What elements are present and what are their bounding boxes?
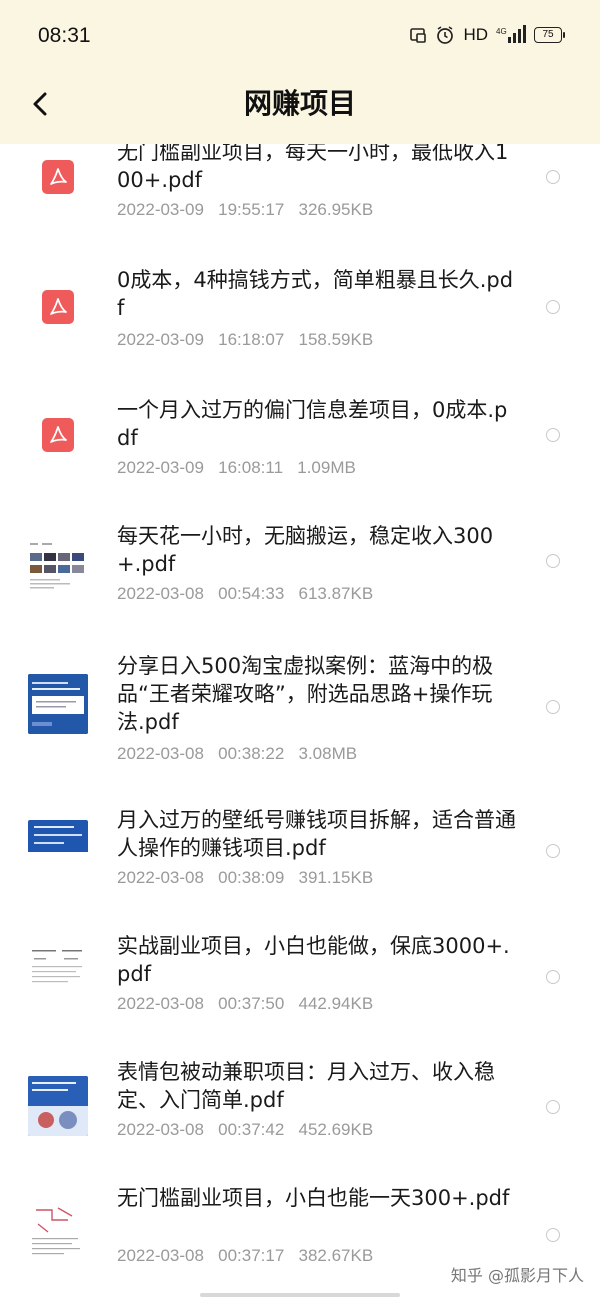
select-radio[interactable] (546, 844, 560, 858)
file-thumbnail (28, 820, 88, 860)
file-date: 2022-03-08 (117, 994, 204, 1013)
file-name: 一个月入过万的偏门信息差项目，0成本.pdf (117, 398, 508, 450)
file-meta: 2022-03-08 00:37:42 452.69KB (117, 1120, 373, 1140)
file-date: 2022-03-08 (117, 1120, 204, 1139)
status-bar: 08:31 HD 4G 75 (0, 0, 600, 72)
status-time: 08:31 (38, 24, 91, 47)
signal-icon: 4G (496, 25, 526, 43)
file-thumbnail (28, 533, 88, 593)
file-date: 2022-03-08 (117, 744, 204, 763)
select-radio[interactable] (546, 970, 560, 984)
file-meta: 2022-03-09 19:55:17 326.95KB (117, 200, 373, 220)
select-radio[interactable] (546, 300, 560, 314)
file-time: 00:38:09 (218, 868, 285, 887)
file-time: 00:38:22 (218, 744, 285, 763)
file-date: 2022-03-08 (117, 584, 204, 603)
file-name: 分享日入500淘宝虚拟案例：蓝海中的极品“王者荣耀攻略”，附选品思路+操作玩法.… (117, 654, 494, 734)
file-name: 实战副业项目，小白也能做，保底3000+.pdf (117, 934, 510, 986)
file-name: 每天花一小时，无脑搬运，稳定收入300+.pdf (117, 524, 494, 576)
pdf-file-icon (42, 160, 74, 194)
file-date: 2022-03-09 (117, 330, 204, 349)
file-time: 00:37:50 (218, 994, 285, 1013)
pdf-file-icon (42, 290, 74, 324)
file-size: 391.15KB (298, 868, 374, 887)
file-size: 442.94KB (298, 994, 374, 1013)
select-radio[interactable] (546, 700, 560, 714)
file-date: 2022-03-08 (117, 1246, 204, 1265)
file-time: 16:08:11 (218, 458, 284, 477)
file-size: 613.87KB (298, 584, 374, 603)
file-name: 0成本，4种搞钱方式，简单粗暴且长久.pdf (117, 268, 514, 320)
file-size: 452.69KB (298, 1120, 374, 1139)
file-size: 1.09MB (297, 458, 356, 477)
file-meta: 2022-03-09 16:18:07 158.59KB (117, 330, 373, 350)
battery-icon: 75 (534, 27, 565, 43)
file-date: 2022-03-08 (117, 868, 204, 887)
file-time: 16:18:07 (218, 330, 285, 349)
page-title: 网赚项目 (243, 87, 356, 120)
watermark: 知乎 @孤影月下人 (450, 1266, 584, 1285)
svg-text:4G: 4G (496, 27, 507, 36)
file-size: 3.08MB (298, 744, 358, 763)
file-time: 19:55:17 (218, 200, 285, 219)
file-size: 382.67KB (298, 1246, 374, 1265)
file-meta: 2022-03-08 00:37:50 442.94KB (117, 994, 373, 1014)
file-list[interactable]: 无门槛副业项目，每天一小时，最低收入100+.pdf 2022-03-09 19… (0, 120, 600, 1300)
file-meta: 2022-03-08 00:38:09 391.15KB (117, 868, 373, 888)
select-radio[interactable] (546, 554, 560, 568)
file-meta: 2022-03-09 16:08:11 1.09MB (117, 458, 356, 478)
file-thumbnail (28, 1076, 88, 1136)
select-radio[interactable] (546, 1228, 560, 1242)
status-icons: HD 4G 75 (409, 22, 565, 48)
file-thumbnail (28, 946, 88, 992)
file-thumbnail (28, 674, 88, 734)
pdf-file-icon (42, 418, 74, 452)
file-name: 表情包被动兼职项目：月入过万、收入稳定、入门简单.pdf (117, 1060, 495, 1112)
home-indicator[interactable] (200, 1293, 400, 1297)
file-time: 00:37:42 (218, 1120, 285, 1139)
select-radio[interactable] (546, 170, 560, 184)
select-radio[interactable] (546, 1100, 560, 1114)
file-time: 00:54:33 (218, 584, 285, 603)
file-meta: 2022-03-08 00:54:33 613.87KB (117, 584, 373, 604)
page-header: 网赚项目 (0, 72, 600, 144)
file-meta: 2022-03-08 00:37:17 382.67KB (117, 1246, 373, 1266)
select-radio[interactable] (546, 428, 560, 442)
screen-cast-icon (410, 28, 427, 43)
file-thumbnail (28, 1202, 88, 1262)
file-name: 无门槛副业项目，每天一小时，最低收入100+.pdf (117, 140, 509, 192)
file-date: 2022-03-09 (117, 458, 204, 477)
file-name: 无门槛副业项目，小白也能一天300+.pdf (117, 1186, 510, 1210)
file-size: 326.95KB (298, 200, 374, 219)
hd-indicator: HD (463, 25, 488, 44)
file-date: 2022-03-09 (117, 200, 204, 219)
file-name: 月入过万的壁纸号赚钱项目拆解，适合普通人操作的赚钱项目.pdf (117, 808, 516, 860)
file-time: 00:37:17 (218, 1246, 285, 1265)
file-size: 158.59KB (298, 330, 374, 349)
file-meta: 2022-03-08 00:38:22 3.08MB (117, 744, 357, 764)
alarm-icon (437, 26, 454, 44)
